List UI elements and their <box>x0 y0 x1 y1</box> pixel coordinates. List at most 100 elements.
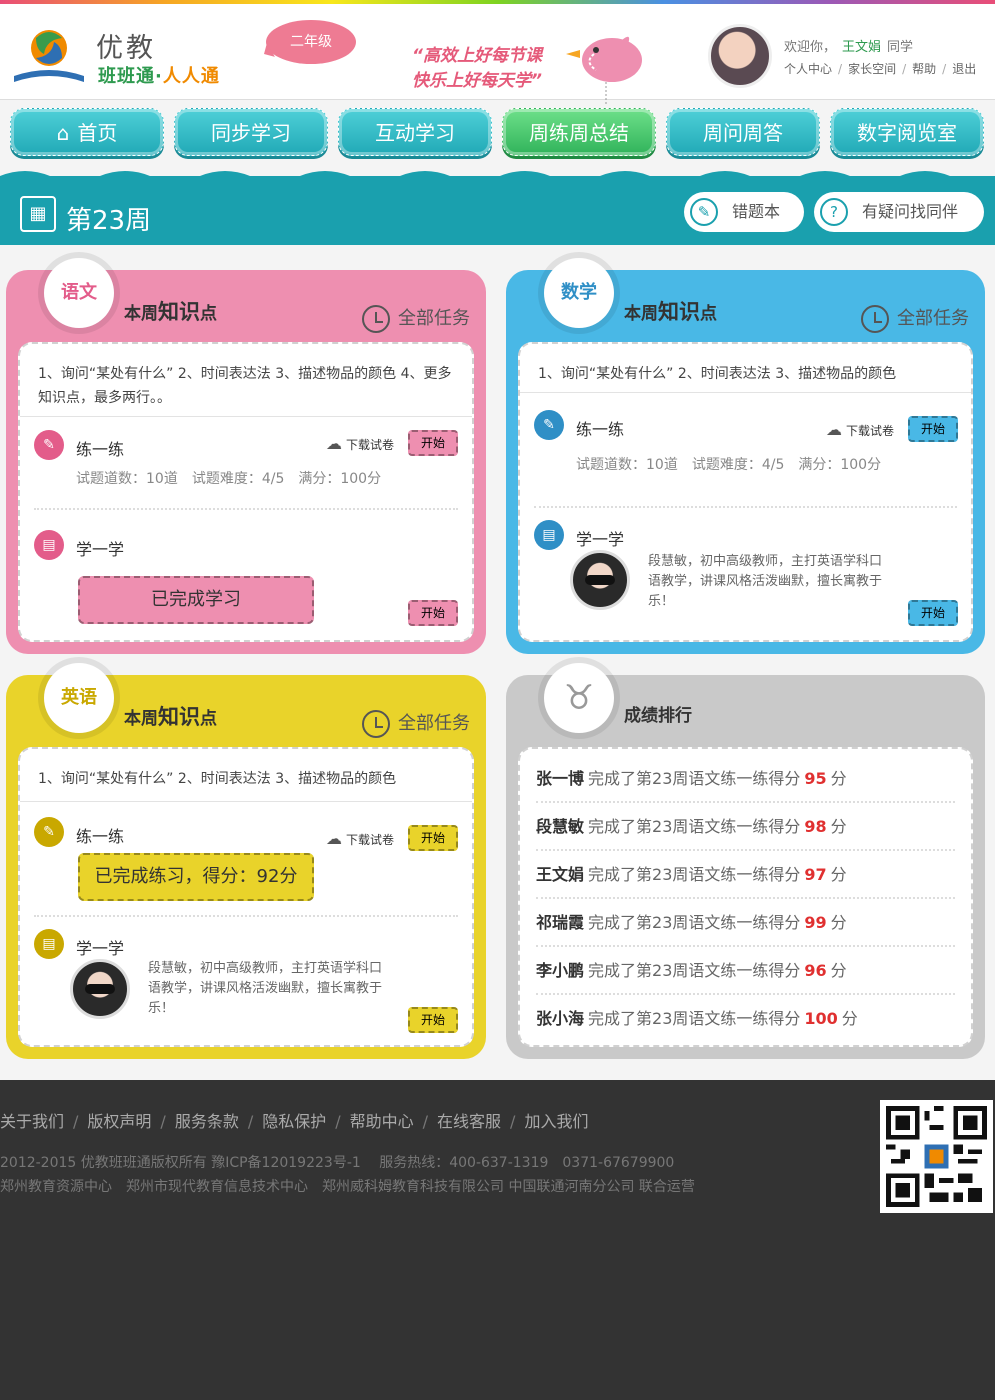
card-english: 英语 本周知识点 全部任务 1、询问“某处有什么” 2、时间表达法 3、描述物品… <box>6 663 486 1059</box>
footer-links: 关于我们 / 版权声明 / 服务条款 / 隐私保护 / 帮助中心 / 在线客服 / 加入我们 <box>0 1108 588 1132</box>
header: 优教 班班通·人人通 二年级 “高效上好每节课 快乐上好每天学” 欢迎你， 王文娟同… <box>0 4 995 104</box>
ranking-row: 李小鹏 完成了第23周语文练一练得分 96 分 <box>536 947 955 995</box>
knowledge-points: 1、询问“某处有什么” 2、时间表达法 3、描述物品的颜色 <box>38 771 397 787</box>
start-button[interactable]: 开始 <box>408 430 458 456</box>
study-label: 学一学 <box>576 530 625 549</box>
dotted-divider <box>34 508 458 510</box>
footer-link-join[interactable]: 加入我们 <box>524 1112 588 1131</box>
user-avatar[interactable] <box>708 24 772 88</box>
footer-sep: / <box>247 1112 254 1131</box>
ask-peer-button[interactable]: ? 有疑问找同伴 <box>814 192 984 232</box>
start-button[interactable]: 开始 <box>408 600 458 626</box>
all-tasks-link[interactable]: 全部任务 <box>362 709 470 738</box>
rank-name: 段慧敏 <box>536 817 585 836</box>
welcome-text: 欢迎你， 王文娟 同学 <box>784 36 913 55</box>
footer-link-privacy[interactable]: 隐私保护 <box>262 1112 326 1131</box>
clock-icon <box>362 710 390 738</box>
nav-digital-reading[interactable]: 数字阅览室 <box>830 108 984 156</box>
nav-sync-learning[interactable]: 同步学习 <box>174 108 328 156</box>
practice-label: 练一练 <box>76 440 125 459</box>
rank-name: 李小鹏 <box>536 961 585 980</box>
week-title: 第23周 <box>66 206 152 236</box>
rank-name: 张一博 <box>536 769 585 788</box>
download-label: 下载试卷 <box>346 833 395 847</box>
footer-sep: / <box>510 1112 516 1131</box>
nav-interactive-learning[interactable]: 互动学习 <box>338 108 492 156</box>
dotted-divider <box>534 506 957 508</box>
pencil-icon: ✎ <box>534 410 564 440</box>
rank-score: 98 <box>804 817 827 836</box>
title-bold: 知识 <box>158 705 200 729</box>
dotted-divider <box>34 915 458 917</box>
trophy-icon: ♉ <box>544 663 614 733</box>
clock-icon <box>362 305 390 333</box>
title-bold: 知识 <box>658 300 700 324</box>
logo-subtitle: 班班通·人人通 <box>98 62 220 88</box>
nav-home[interactable]: ⌂ 首页 <box>10 108 164 156</box>
cloud-download-icon: ☁ <box>826 420 842 439</box>
start-button[interactable]: 开始 <box>908 600 958 626</box>
nav-label: 互动学习 <box>375 121 455 145</box>
nav-weekly-summary[interactable]: 周练周总结 <box>502 108 656 156</box>
rank-text: 完成了第23周语文练一练得分 <box>588 1009 801 1028</box>
study-label: 学一学 <box>76 939 125 958</box>
link-parent-space[interactable]: 家长空间 <box>848 62 896 76</box>
rank-text: 完成了第23周语文练一练得分 <box>588 769 801 788</box>
rank-text: 完成了第23周语文练一练得分 <box>588 817 801 836</box>
title-suffix: 点 <box>700 304 717 324</box>
link-sep: / <box>942 62 947 76</box>
bird-icon <box>566 36 642 104</box>
rank-score: 100 <box>804 1009 838 1028</box>
start-button[interactable]: 开始 <box>908 416 958 442</box>
footer-link-help[interactable]: 帮助中心 <box>350 1112 414 1131</box>
subject-badge-english: 英语 <box>44 663 114 733</box>
all-tasks-label: 全部任务 <box>897 308 969 329</box>
logo-icon[interactable] <box>6 24 92 90</box>
user-name[interactable]: 王文娟 <box>842 40 881 55</box>
card-ranking: ♉ 成绩排行 张一博 完成了第23周语文练一练得分 95 分 段慧敏 完成了第23周语文… <box>506 663 985 1059</box>
card-title: 本周知识点 <box>124 701 217 731</box>
link-logout[interactable]: 退出 <box>952 62 976 76</box>
nav-label: 周练周总结 <box>529 121 629 145</box>
download-link[interactable]: ☁ 下载试卷 <box>826 420 894 439</box>
slogan-line-2: 快乐上好每天学” <box>412 71 542 91</box>
calendar-icon: ▦ <box>20 196 56 232</box>
all-tasks-link[interactable]: 全部任务 <box>362 304 470 333</box>
ranking-row: 张一博 完成了第23周语文练一练得分 95 分 <box>536 755 955 803</box>
pencil-icon: ✎ <box>690 198 718 226</box>
clock-icon <box>861 305 889 333</box>
link-help[interactable]: 帮助 <box>912 62 936 76</box>
pencil-icon: ✎ <box>34 430 64 460</box>
practice-meta: 试题道数：10道 试题难度：4/5 满分：100分 <box>576 457 882 473</box>
wrong-questions-label: 错题本 <box>732 202 781 221</box>
footer-sep: / <box>73 1112 79 1131</box>
download-link[interactable]: ☁ 下载试卷 <box>326 434 394 453</box>
divider <box>520 392 971 393</box>
subject-badge-math: 数学 <box>544 258 614 328</box>
footer-link-terms[interactable]: 服务条款 <box>175 1112 239 1131</box>
rank-score: 97 <box>804 865 827 884</box>
footer-link-about[interactable]: 关于我们 <box>0 1112 64 1131</box>
nav-weekly-qa[interactable]: 周问周答 <box>666 108 820 156</box>
all-tasks-link[interactable]: 全部任务 <box>861 304 969 333</box>
start-button[interactable]: 开始 <box>408 1007 458 1033</box>
logo-title: 优教 <box>96 33 156 64</box>
teacher-avatar[interactable] <box>70 959 130 1019</box>
footer-link-support[interactable]: 在线客服 <box>437 1112 501 1131</box>
card-chinese: 语文 本周知识点 全部任务 1、询问“某处有什么” 2、时间表达法 3、描述物品… <box>6 258 486 654</box>
link-personal-center[interactable]: 个人中心 <box>784 62 832 76</box>
footer-link-copyright[interactable]: 版权声明 <box>87 1112 151 1131</box>
nav-label: 数字阅览室 <box>857 121 957 145</box>
teacher-avatar[interactable] <box>570 550 630 610</box>
practice-completed-badge: 已完成练习，得分：92分 <box>78 853 314 901</box>
pencil-icon: ✎ <box>34 817 64 847</box>
download-link[interactable]: ☁ 下载试卷 <box>326 829 394 848</box>
start-button[interactable]: 开始 <box>408 825 458 851</box>
title-prefix: 本周 <box>124 304 158 324</box>
home-icon: ⌂ <box>56 121 70 145</box>
qr-code-icon <box>880 1100 993 1213</box>
cloud-download-icon: ☁ <box>326 829 342 848</box>
footer-sep: / <box>160 1112 166 1131</box>
rank-score: 95 <box>804 769 827 788</box>
wrong-questions-button[interactable]: ✎ 错题本 <box>684 192 804 232</box>
